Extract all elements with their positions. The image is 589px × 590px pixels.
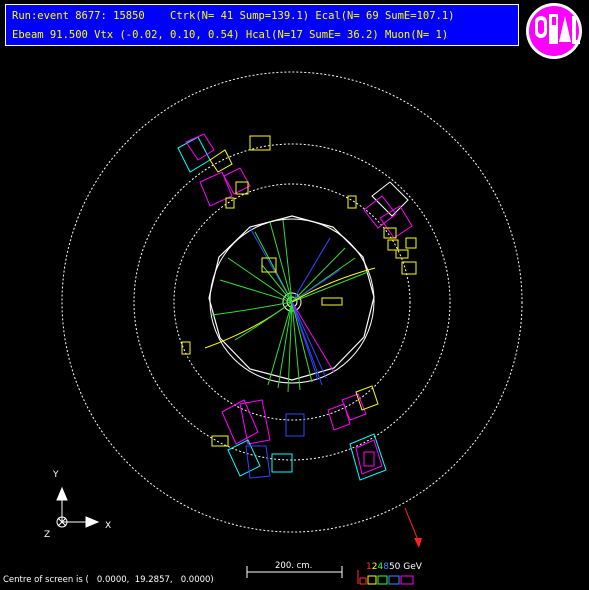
ecal-block xyxy=(199,171,233,207)
track-curve xyxy=(211,301,293,316)
track-line xyxy=(261,264,293,303)
ecal-block xyxy=(181,341,191,355)
ecal-block xyxy=(363,195,397,229)
hcal-block xyxy=(285,413,305,437)
ecal-block xyxy=(225,197,235,209)
ecal-block xyxy=(401,261,417,275)
hcal-block xyxy=(271,453,293,473)
track-line xyxy=(254,231,293,303)
track-line xyxy=(291,301,327,379)
hcal-block xyxy=(249,135,271,151)
track-line xyxy=(269,221,293,303)
ecal-block xyxy=(395,249,409,259)
ecal-block xyxy=(185,133,215,161)
track-line xyxy=(282,219,293,303)
cal-cluster-bottom xyxy=(211,385,387,481)
cal-cluster-upper-left xyxy=(177,133,357,209)
energy-legend: 124850 GeV xyxy=(366,562,422,572)
track-curve xyxy=(204,301,293,349)
scale-label: 200. cm. xyxy=(275,561,313,571)
ecal-block xyxy=(321,297,343,306)
ecal-block xyxy=(223,167,251,195)
screen-centre-coords: Centre of screen is ( 0.0000, 19.2857, 0… xyxy=(3,575,214,585)
x-axis-label: X xyxy=(105,521,112,531)
energy-legend-label: 50 GeV xyxy=(388,562,422,572)
track-line xyxy=(291,301,323,386)
track-line xyxy=(291,247,346,303)
ecal-block xyxy=(211,435,229,447)
z-axis-label: Z xyxy=(44,530,51,540)
ecal-block xyxy=(363,451,375,467)
y-axis-label: Y xyxy=(53,470,59,480)
track-line xyxy=(227,257,293,303)
axes-indicator xyxy=(56,486,100,528)
track-line xyxy=(291,301,313,383)
energy-legend-bars xyxy=(357,570,414,585)
ecal-block xyxy=(239,399,271,445)
ecal-block xyxy=(327,403,351,431)
hcal-block xyxy=(227,439,261,477)
track-line xyxy=(291,237,331,303)
ecal-block xyxy=(405,237,417,249)
ecal-block xyxy=(209,149,233,173)
event-display xyxy=(56,71,523,585)
missing-energy-arrow xyxy=(404,507,422,548)
ecal-block xyxy=(221,399,259,445)
